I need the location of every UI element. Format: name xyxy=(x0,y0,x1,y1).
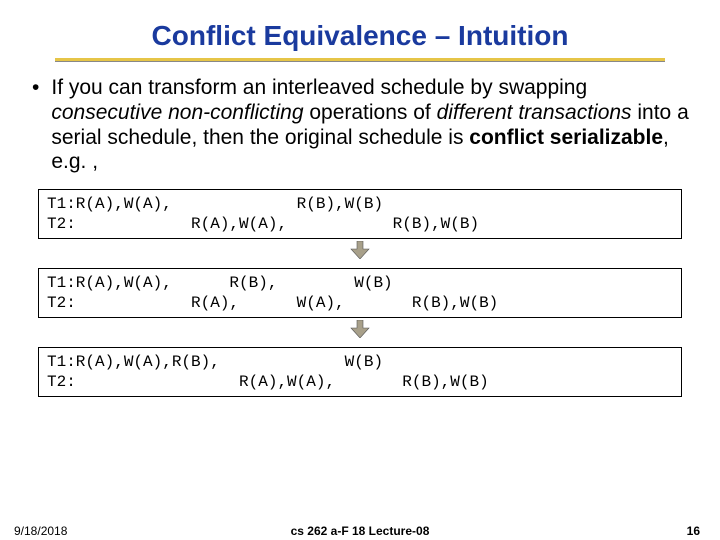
arrow-down-icon xyxy=(0,241,720,264)
footer-page: 16 xyxy=(687,524,700,538)
slide-title: Conflict Equivalence – Intuition xyxy=(0,20,720,58)
schedule-box-1: T1:R(A),W(A), R(B),W(B) T2: R(A),W(A), R… xyxy=(38,189,682,239)
bullet-dot: • xyxy=(30,76,51,101)
title-underline xyxy=(55,58,665,62)
body-text: • If you can transform an interleaved sc… xyxy=(30,76,690,175)
schedule-box-2: T1:R(A),W(A), R(B), W(B) T2: R(A), W(A),… xyxy=(38,268,682,318)
text-em2: different transactions xyxy=(437,101,632,124)
text-pre: If you can transform an interleaved sche… xyxy=(51,76,587,99)
text-em1: consecutive non-conflicting xyxy=(51,101,303,124)
arrow-down-icon xyxy=(0,320,720,343)
text-bold: conflict serializable xyxy=(469,126,663,149)
text-mid1: operations of xyxy=(304,101,437,124)
bullet-item: • If you can transform an interleaved sc… xyxy=(30,76,690,175)
footer-course: cs 262 a-F 18 Lecture-08 xyxy=(0,524,720,538)
schedule-box-3: T1:R(A),W(A),R(B), W(B) T2: R(A),W(A), R… xyxy=(38,347,682,397)
bullet-content: If you can transform an interleaved sche… xyxy=(51,76,690,175)
